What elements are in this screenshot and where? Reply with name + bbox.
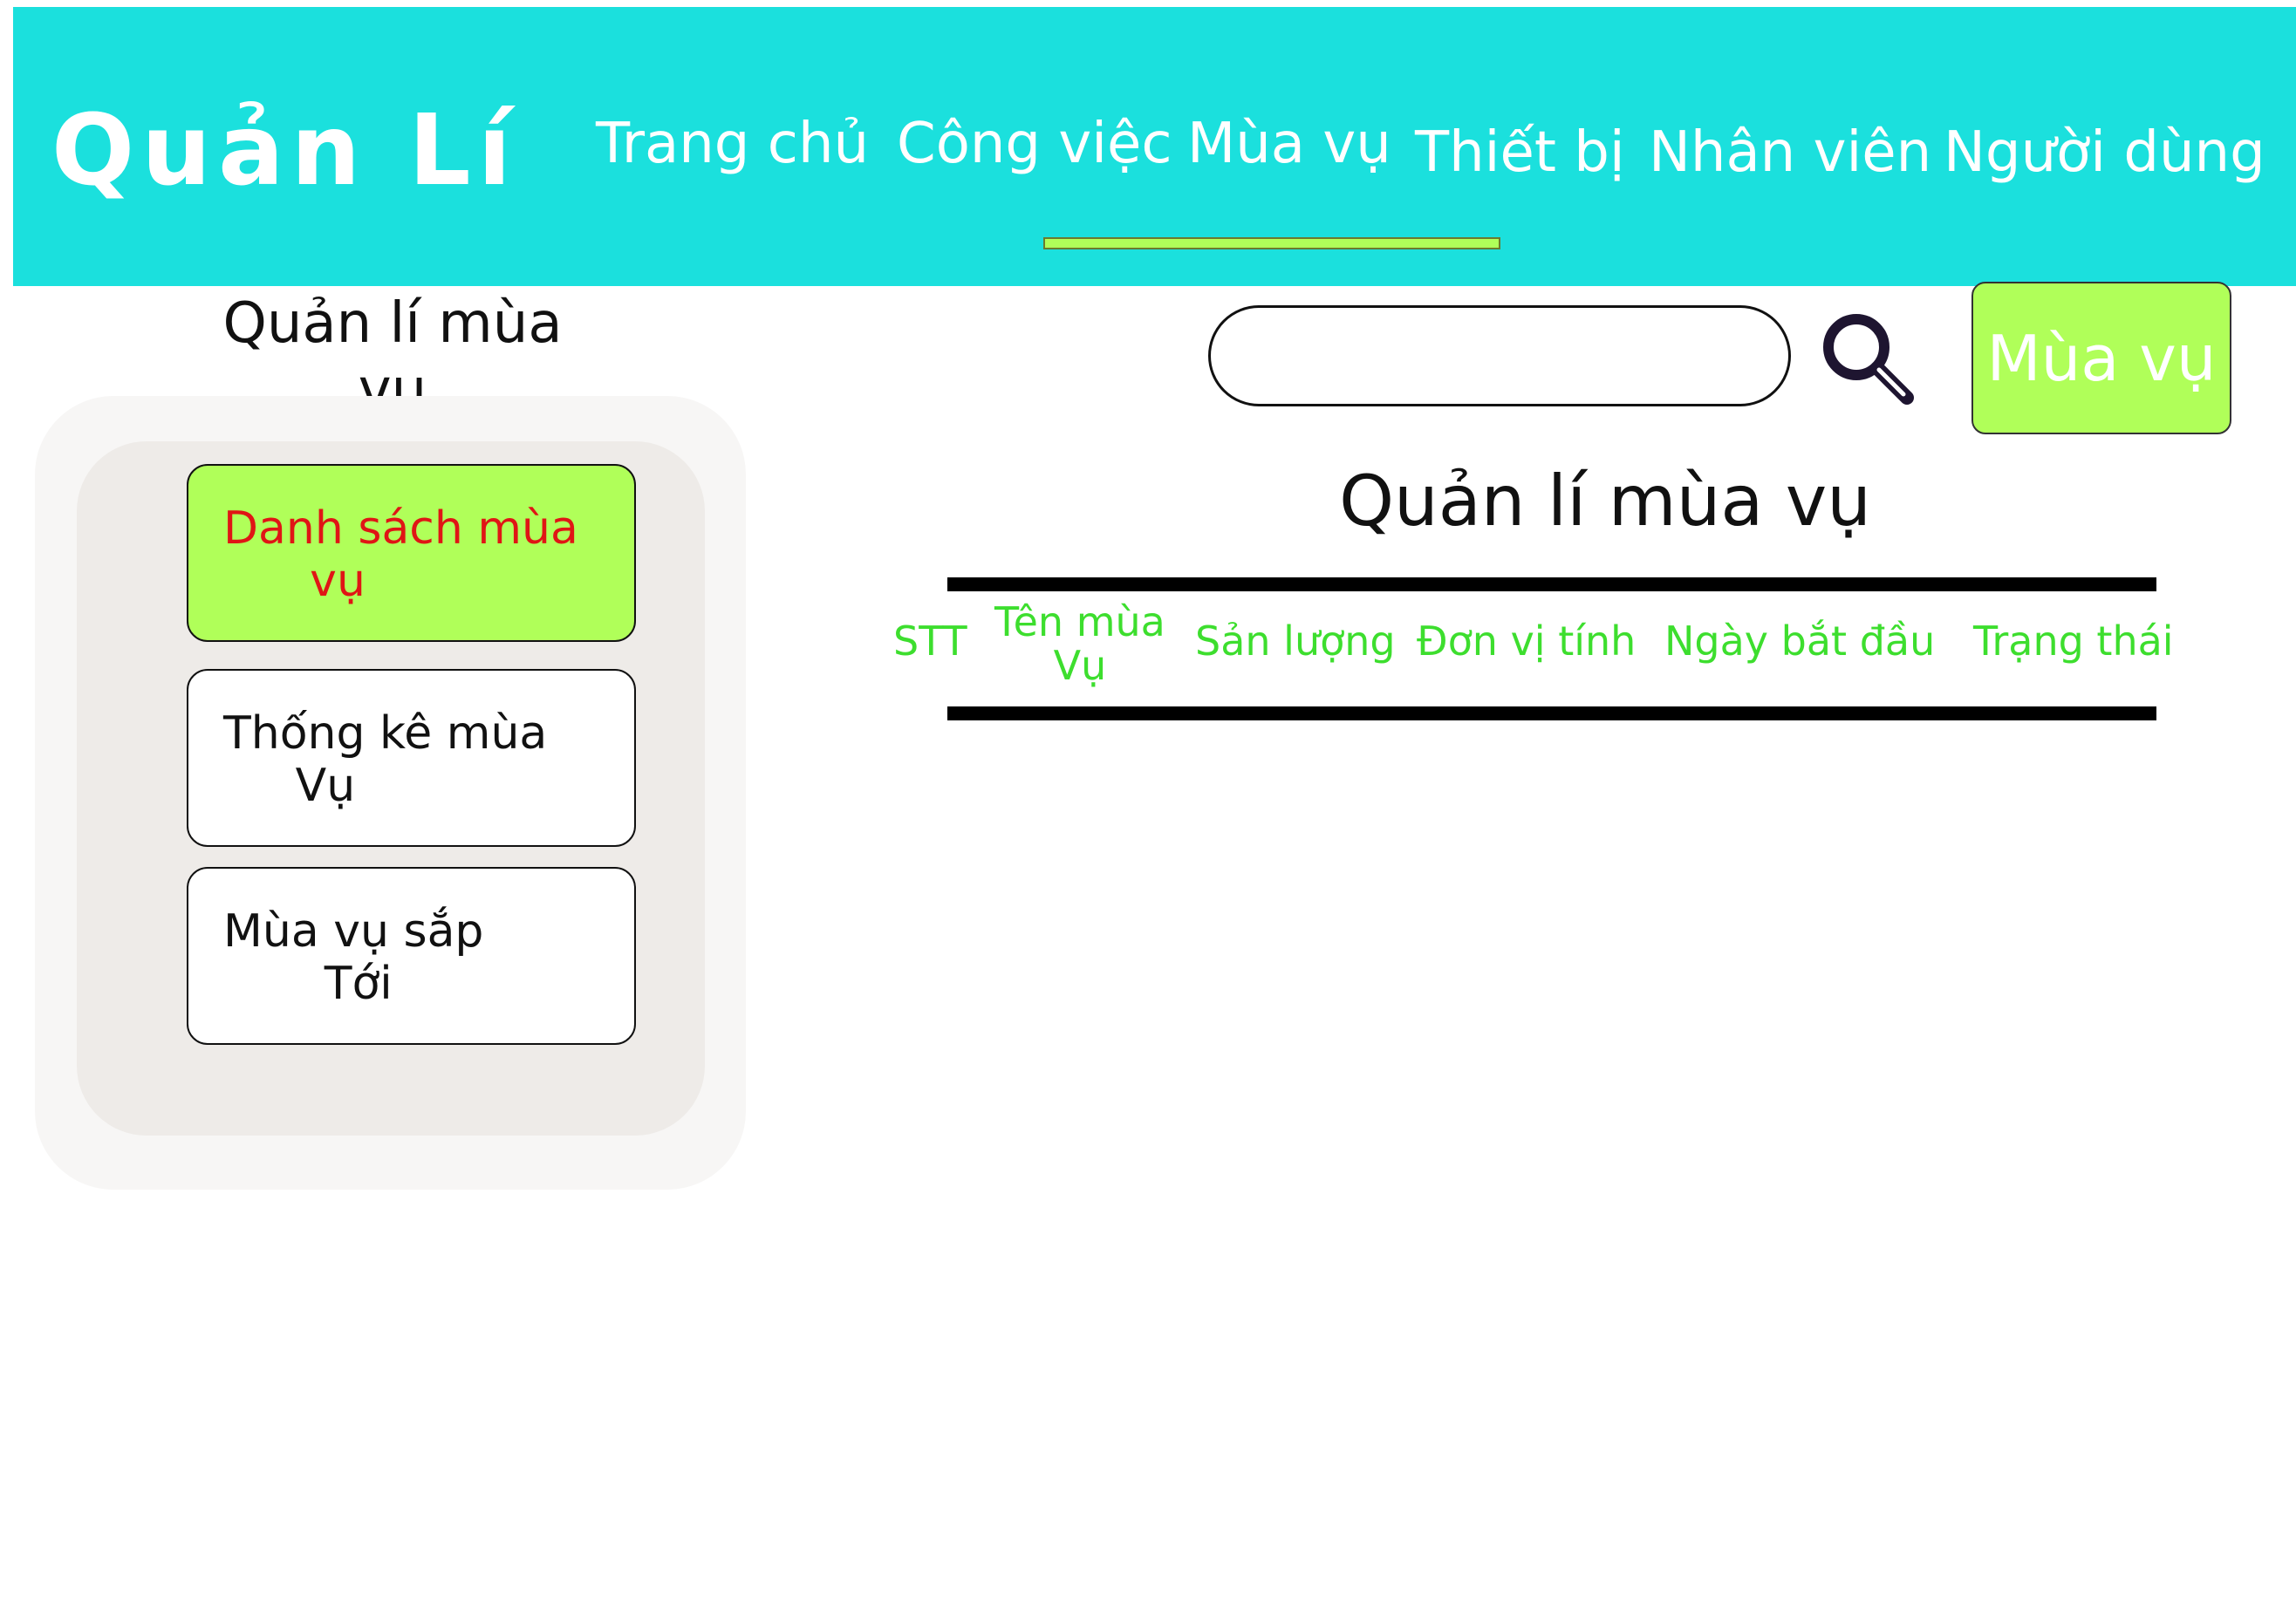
column-header-ten-mua-vu: Tên mùa Vụ (994, 598, 1165, 689)
column-header-stt: STT (893, 617, 967, 665)
nav-cong-viec[interactable]: Công việc (897, 112, 1172, 176)
table-top-rule (947, 577, 2156, 591)
season-button[interactable]: Mùa vụ (1971, 282, 2231, 434)
column-header-don-vi-tinh: Đơn vị tính (1417, 617, 1637, 665)
nav-thiet-bi[interactable]: Thiết bị (1415, 120, 1625, 185)
sidebar-item-label: Danh sách mùa vụ (223, 502, 578, 607)
sidebar-item-mua-vu-sap-toi[interactable]: Mùa vụ sắp Tới (187, 867, 636, 1045)
column-header-ngay-bat-dau: Ngày bắt đầu (1664, 617, 1936, 665)
column-header-san-luong: Sản lượng (1195, 617, 1396, 665)
nav-nguoi-dung[interactable]: Người dùng (1944, 120, 2265, 185)
nav-trang-chu[interactable]: Trang chủ (596, 112, 869, 176)
nav-mua-vu[interactable]: Mùa vụ (1187, 112, 1391, 176)
sidebar-item-thong-ke-mua-vu[interactable]: Thống kê mùa Vụ (187, 669, 636, 847)
column-header-trang-thai: Trạng thái (1973, 617, 2174, 665)
app-brand: Quản Lí (51, 94, 519, 208)
table-bottom-rule (947, 706, 2156, 720)
page: Quản Lí Trang chủ Công việc Mùa vụ Thiết… (0, 0, 2296, 1617)
sidebar-item-label: Thống kê mùa Vụ (223, 707, 548, 812)
sidebar-item-danh-sach-mua-vu[interactable]: Danh sách mùa vụ (187, 464, 636, 642)
page-title: Quản lí mùa vụ (1339, 461, 1871, 542)
search-input[interactable] (1208, 305, 1791, 406)
nav-nhan-vien[interactable]: Nhân viên (1649, 120, 1931, 185)
magnifier-icon[interactable] (1814, 305, 1919, 410)
active-nav-indicator (1043, 237, 1500, 249)
sidebar-item-label: Mùa vụ sắp Tới (223, 905, 484, 1010)
